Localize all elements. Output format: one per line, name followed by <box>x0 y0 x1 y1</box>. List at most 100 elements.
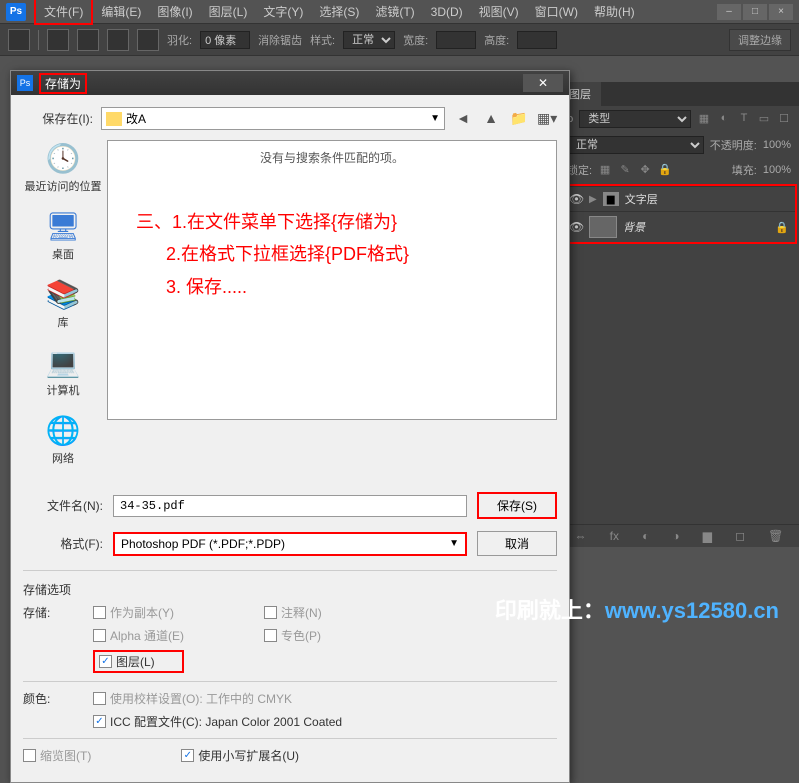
lock-pixels-icon[interactable]: ✎ <box>618 163 632 177</box>
refine-edge-button[interactable]: 调整边缘 <box>729 29 791 51</box>
sidebar-computer[interactable]: 💻 计算机 <box>23 344 103 398</box>
layer-item-background[interactable]: 👁 背景 🔒 <box>563 211 795 242</box>
checkbox-icc[interactable]: ICC 配置文件(C): Japan Color 2001 Coated <box>93 713 342 730</box>
color-opts-label: 颜色: <box>23 690 93 730</box>
library-icon: 📚 <box>43 276 83 312</box>
save-options-label: 存储选项 <box>23 581 557 598</box>
save-as-dialog: Ps 存储为 ✕ 保存在(I): 改A ▼ ◄ ▲ 📁 ▦▾ 🕓 最近访问的位置… <box>10 70 570 783</box>
menu-select[interactable]: 选择(S) <box>311 0 367 23</box>
fill-value[interactable]: 100% <box>763 164 791 176</box>
menu-filter[interactable]: 滤镜(T) <box>367 0 422 23</box>
menu-image[interactable]: 图像(I) <box>149 0 200 23</box>
checkbox-proof[interactable]: 使用校样设置(O): 工作中的 CMYK <box>93 690 342 707</box>
sidebar-network[interactable]: 🌐 网络 <box>23 412 103 466</box>
layer-mask-icon[interactable]: ◐ <box>642 529 649 543</box>
visibility-icon[interactable]: 👁 <box>569 220 583 234</box>
group-icon[interactable]: ▆ <box>703 529 712 543</box>
view-menu-icon[interactable]: ▦▾ <box>537 110 557 128</box>
height-input[interactable] <box>517 31 557 49</box>
lock-position-icon[interactable]: ✥ <box>638 163 652 177</box>
selection-mode-intersect-icon[interactable] <box>137 29 159 51</box>
selection-mode-new-icon[interactable] <box>47 29 69 51</box>
checkbox-lowercase[interactable]: 使用小写扩展名(U) <box>181 747 299 764</box>
link-layers-icon[interactable]: ⇔ <box>575 529 587 543</box>
folder-icon <box>106 112 122 126</box>
marquee-tool-icon[interactable] <box>8 29 30 51</box>
photoshop-logo-icon: Ps <box>6 3 26 21</box>
lock-transparent-icon[interactable]: ▦ <box>598 163 612 177</box>
feather-input[interactable] <box>200 31 250 49</box>
up-icon[interactable]: ▲ <box>481 110 501 128</box>
layer-thumbnail <box>589 216 617 238</box>
format-select[interactable]: Photoshop PDF (*.PDF;*.PDP) ▼ <box>113 532 467 556</box>
lock-all-icon[interactable]: 🔒 <box>658 163 672 177</box>
minimize-button[interactable]: – <box>717 4 741 20</box>
height-label: 高度: <box>484 32 509 48</box>
menu-view[interactable]: 视图(V) <box>471 0 527 23</box>
filename-input[interactable] <box>113 495 467 517</box>
save-in-label: 保存在(I): <box>23 110 93 127</box>
selection-mode-subtract-icon[interactable] <box>107 29 129 51</box>
no-match-text: 没有与搜索条件匹配的项。 <box>116 149 548 166</box>
menu-edit[interactable]: 编辑(E) <box>93 0 149 23</box>
selection-mode-add-icon[interactable] <box>77 29 99 51</box>
filename-label: 文件名(N): <box>23 497 103 514</box>
visibility-icon[interactable]: 👁 <box>569 192 583 206</box>
sidebar-library[interactable]: 📚 库 <box>23 276 103 330</box>
delete-layer-icon[interactable]: 🗑 <box>768 529 783 543</box>
new-folder-icon[interactable]: 📁 <box>509 110 529 128</box>
maximize-button[interactable]: □ <box>743 4 767 20</box>
menu-3d[interactable]: 3D(D) <box>423 2 471 22</box>
width-label: 宽度: <box>403 32 428 48</box>
dialog-title: 存储为 <box>39 73 87 94</box>
close-button[interactable]: × <box>769 4 793 20</box>
network-icon: 🌐 <box>43 412 83 448</box>
recent-icon: 🕓 <box>43 140 83 176</box>
layer-filter-select[interactable]: 类型 <box>579 110 691 128</box>
antialias-label: 消除锯齿 <box>258 32 302 48</box>
checkbox-layers[interactable]: 图层(L) <box>93 650 184 673</box>
menu-type[interactable]: 文字(Y) <box>255 0 311 23</box>
lock-icon: 🔒 <box>775 221 789 234</box>
menu-file[interactable]: 文件(F) <box>34 0 93 25</box>
window-controls: – □ × <box>717 4 799 20</box>
folder-path-select[interactable]: 改A ▼ <box>101 107 445 130</box>
menu-help[interactable]: 帮助(H) <box>586 0 643 23</box>
format-label: 格式(F): <box>23 535 103 552</box>
menu-window[interactable]: 窗口(W) <box>527 0 586 23</box>
layer-name: 文字层 <box>625 191 658 207</box>
sidebar-desktop[interactable]: 🖥 桌面 <box>23 208 103 262</box>
save-opts-label: 存储: <box>23 604 93 673</box>
checkbox-spot[interactable]: 专色(P) <box>264 627 322 644</box>
annotation-text: 三、1.在文件菜单下选择{存储为} 2.在格式下拉框选择{PDF格式} 3. 保… <box>116 206 548 303</box>
sidebar-recent[interactable]: 🕓 最近访问的位置 <box>23 140 103 194</box>
dialog-close-button[interactable]: ✕ <box>523 74 563 92</box>
filter-type-icon[interactable]: T <box>737 112 751 126</box>
style-select[interactable]: 正常 <box>343 31 395 49</box>
filter-smart-icon[interactable]: ☐ <box>777 112 791 126</box>
new-layer-icon[interactable]: ◻ <box>735 529 745 543</box>
width-input[interactable] <box>436 31 476 49</box>
blend-mode-select[interactable]: 正常 <box>567 136 704 154</box>
menu-layer[interactable]: 图层(L) <box>201 0 256 23</box>
checkbox-notes[interactable]: 注释(N) <box>264 604 322 621</box>
save-button[interactable]: 保存(S) <box>477 492 557 519</box>
layer-style-icon[interactable]: fx <box>610 529 619 543</box>
layer-item-folder[interactable]: 👁 ▶ ▆ 文字层 <box>563 186 795 211</box>
layer-name: 背景 <box>623 219 645 235</box>
adjustment-layer-icon[interactable]: ◑ <box>672 529 679 543</box>
filter-adjust-icon[interactable]: ◐ <box>717 112 731 126</box>
filter-shape-icon[interactable]: ▭ <box>757 112 771 126</box>
checkbox-as-copy[interactable]: 作为副本(Y) <box>93 604 184 621</box>
style-label: 样式: <box>310 32 335 48</box>
checkbox-thumbnail[interactable]: 缩览图(T) <box>23 747 91 764</box>
filter-pixel-icon[interactable]: ▦ <box>697 112 711 126</box>
desktop-icon: 🖥 <box>43 208 83 244</box>
opacity-value[interactable]: 100% <box>763 139 791 151</box>
menubar: Ps 文件(F) 编辑(E) 图像(I) 图层(L) 文字(Y) 选择(S) 滤… <box>0 0 799 24</box>
checkbox-alpha[interactable]: Alpha 通道(E) <box>93 627 184 644</box>
opacity-label: 不透明度: <box>710 137 757 153</box>
cancel-button[interactable]: 取消 <box>477 531 557 556</box>
back-icon[interactable]: ◄ <box>453 110 473 128</box>
file-list-area[interactable]: 没有与搜索条件匹配的项。 三、1.在文件菜单下选择{存储为} 2.在格式下拉框选… <box>107 140 557 420</box>
